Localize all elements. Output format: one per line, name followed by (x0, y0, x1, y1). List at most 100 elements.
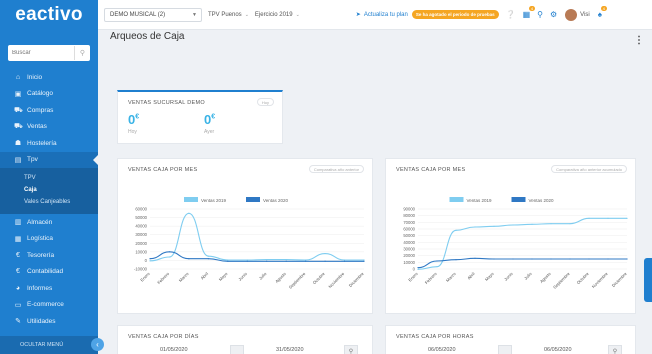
sales-icon: ⛟ (14, 123, 23, 131)
sidebar-subitem-tpv[interactable]: TPV (0, 172, 98, 184)
calendar-search-icon[interactable]: ⚲ (608, 345, 622, 354)
y-tick-label: 60000 (403, 227, 415, 232)
data-point (363, 260, 365, 262)
kpi-value-today: 0€ (128, 112, 139, 127)
x-tick-label: Febrero (156, 271, 170, 285)
sidebar-subitem-caja[interactable]: Caja (0, 184, 98, 196)
date-to-field[interactable]: 31/05/2020 (276, 347, 304, 353)
logistics-icon: ▦ (14, 235, 22, 243)
collapse-arrow-icon[interactable]: ‹ (91, 338, 104, 351)
sidebar-subitem-vales[interactable]: Vales Canjeables (0, 196, 98, 208)
data-point (343, 260, 346, 262)
x-tick-label: Octubre (312, 271, 327, 286)
y-tick-label: 30000 (135, 232, 147, 237)
tpv-icon: ▤ (14, 156, 22, 164)
home-icon: ⌂ (15, 73, 21, 81)
date-from-field[interactable]: 01/05/2020 (160, 347, 188, 353)
x-tick-label: Diciembre (611, 271, 628, 288)
warehouse-icon: ▥ (14, 219, 22, 227)
more-options-icon[interactable]: ⋮ (634, 35, 644, 46)
help-icon[interactable]: ❔ (506, 10, 516, 19)
chart-legend: Ventas 2019 Ventas 2020 (184, 197, 289, 203)
update-plan-label: Actualiza tu plan (363, 11, 408, 18)
topbar: DEMO MUSICAL (2) ▼ TPV Puenos ⌄ Ejercici… (98, 0, 652, 30)
accounting-icon: € (16, 268, 20, 276)
y-tick-label: 50000 (135, 215, 147, 220)
data-point (512, 258, 514, 260)
y-tick-label: 10000 (135, 249, 147, 254)
sidebar-search: ⚲ (8, 45, 90, 61)
sidebar-item-almacen[interactable]: ▥ Almacén (0, 214, 98, 231)
update-plan-link[interactable]: ➤ Actualiza tu plan (356, 11, 408, 19)
x-tick-label: Junio (503, 271, 514, 282)
data-point (436, 260, 438, 262)
x-tick-label: Marzo (445, 271, 457, 283)
sidebar-item-informes[interactable]: ◕ Informes (0, 280, 98, 297)
chevron-down-icon: ⌄ (244, 11, 249, 18)
sidebar-item-tesoreria[interactable]: € Tesorería (0, 247, 98, 264)
data-point (474, 257, 476, 259)
y-tick-label: 20000 (135, 241, 147, 246)
company-select-value: DEMO MUSICAL (2) (110, 11, 166, 18)
compare-previous-year-button[interactable]: Comparativa año anterior (308, 165, 364, 173)
sidebar-item-inicio[interactable]: ⌂ Inicio (0, 69, 98, 86)
sidebar-item-catalogo[interactable]: ▣ Catálogo (0, 86, 98, 103)
sidebar-search-input[interactable] (8, 46, 68, 60)
data-point (305, 260, 307, 262)
legend-label: Ventas 2020 (263, 198, 289, 203)
data-point (607, 258, 609, 260)
calendar-search-icon[interactable]: ⚲ (344, 345, 358, 354)
sidebar-item-compras[interactable]: ⛟ Compras (0, 102, 98, 119)
search-icon[interactable]: ⚲ (74, 46, 90, 60)
data-point (305, 259, 307, 261)
data-point (512, 224, 514, 226)
ecommerce-icon: ▭ (14, 301, 22, 309)
side-feedback-tab[interactable] (644, 258, 652, 302)
sidebar-item-hosteleria[interactable]: ☗ Hostelería (0, 135, 98, 152)
x-tick-label: Noviembre (327, 271, 345, 289)
data-point (207, 255, 209, 257)
data-point (531, 258, 533, 260)
exercise-select[interactable]: Ejercicio 2019 ⌄ (255, 12, 300, 18)
user-name[interactable]: Visi (580, 12, 590, 18)
x-tick-label: Julio (258, 271, 268, 281)
sidebar-item-label: Informes (27, 284, 53, 292)
x-tick-label: Noviembre (591, 271, 609, 289)
grid-icon[interactable]: ▦ 4 (523, 6, 536, 19)
data-point (246, 260, 248, 262)
sidebar-item-logistica[interactable]: ▦ Logística (0, 231, 98, 248)
data-point (343, 259, 346, 261)
search-icon[interactable]: ⚲ (537, 10, 543, 19)
bell-icon[interactable]: ♠ 4 (598, 6, 607, 19)
x-tick-label: Septiembre (552, 271, 571, 290)
data-point (188, 258, 190, 260)
date-to-field[interactable]: 06/05/2020 (544, 347, 572, 353)
sidebar-item-label: Almacén (27, 218, 53, 226)
gear-icon[interactable]: ⚙ (550, 10, 557, 19)
sidebar-item-contabilidad[interactable]: € Contabilidad (0, 264, 98, 281)
compare-cumulative-button[interactable]: Comparativa año anterior acumulado (551, 165, 627, 173)
sidebar-item-e-commerce[interactable]: ▭ E-commerce (0, 297, 98, 314)
hide-menu-button[interactable]: OCULTAR MENÚ ‹ (0, 336, 104, 354)
kpi-card: VENTAS SUCURSAL DEMO Hoy 0€ Hoy 0€ Ayer (117, 90, 283, 144)
sidebar-item-ventas[interactable]: ⛟ Ventas (0, 119, 98, 136)
y-tick-label: -10000 (134, 267, 148, 272)
brand-logo[interactable]: eactivo (0, 0, 98, 30)
tpv-select[interactable]: TPV Puenos ⌄ (208, 12, 249, 18)
data-point (246, 259, 248, 261)
kpi-period-button[interactable]: Hoy (256, 98, 274, 106)
date-from-field[interactable]: 06/05/2020 (428, 347, 456, 353)
sidebar-nav-more: ▥ Almacén ▦ Logística € Tesorería € Contabilida… (0, 214, 98, 330)
data-point (227, 260, 229, 262)
avatar[interactable] (565, 8, 578, 21)
sidebar-item-label: Tesorería (27, 251, 55, 259)
hospitality-icon: ☗ (14, 140, 22, 148)
data-point (285, 258, 287, 261)
sidebar-item-utilidades[interactable]: ✎ Utilidades (0, 313, 98, 330)
bell-count: 4 (600, 6, 607, 11)
currency-symbol: € (135, 113, 140, 121)
company-select[interactable]: DEMO MUSICAL (2) ▼ (104, 7, 202, 22)
sidebar-item-tpv[interactable]: ▤ Tpv (0, 151, 98, 168)
sidebar-item-label: Compras (27, 106, 54, 114)
app-root: eactivo ⚲ ⌂ Inicio ▣ Catálogo ⛟ Compras ⛟ Venta… (0, 0, 652, 354)
